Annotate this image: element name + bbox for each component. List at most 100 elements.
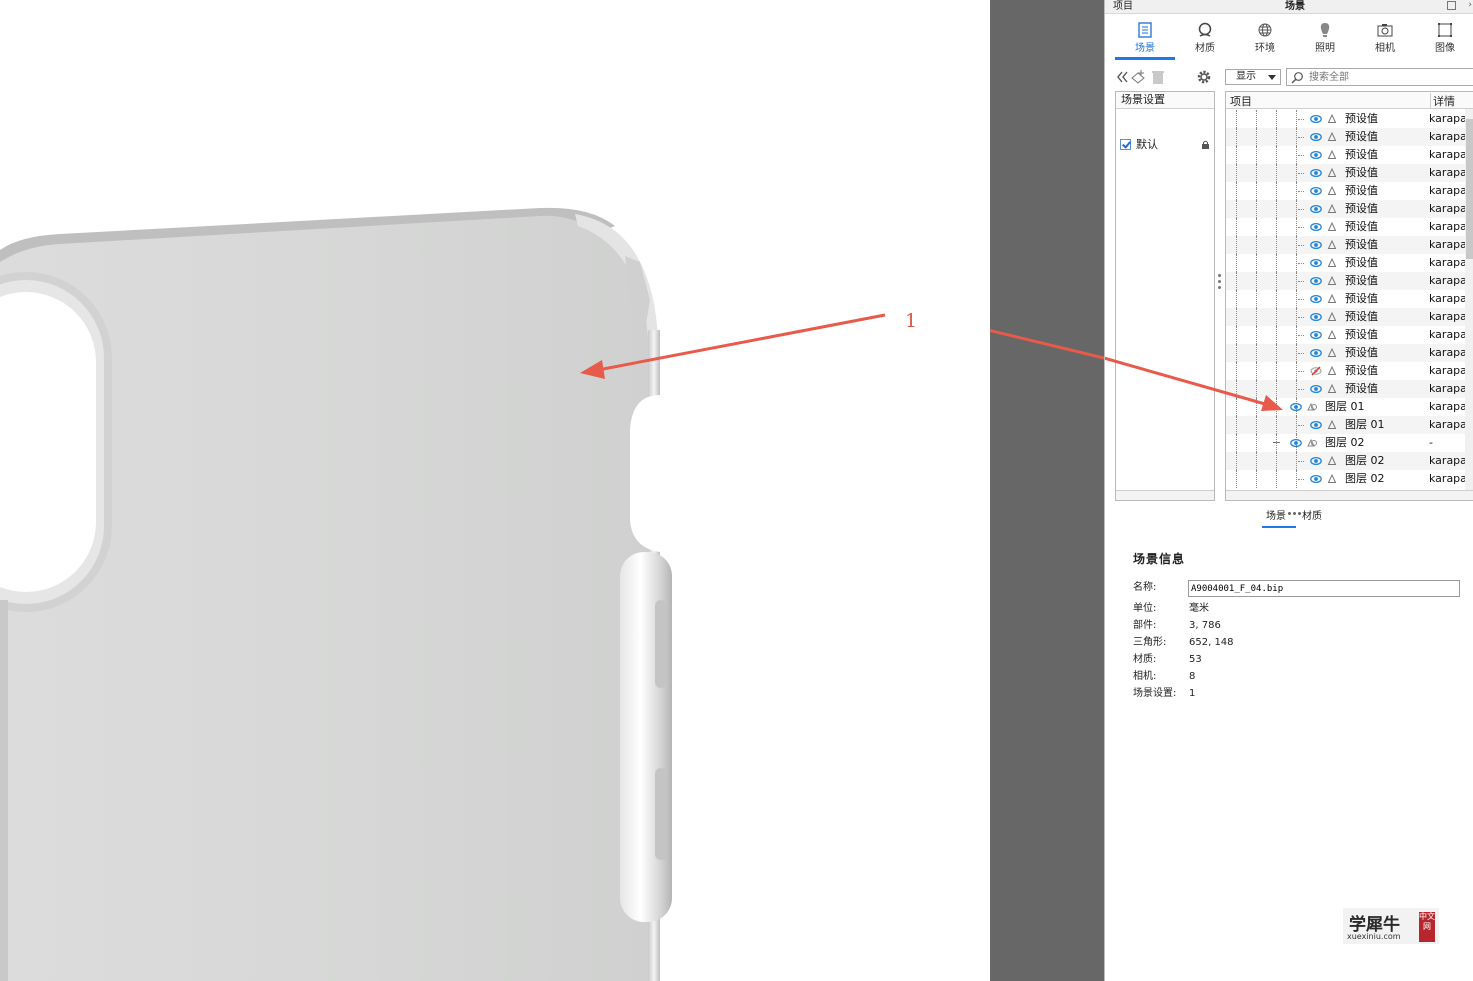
tab-lighting[interactable]: 照明 — [1295, 22, 1355, 58]
mesh-triangle-icon — [1327, 293, 1337, 304]
tree-row[interactable]: 预设值 karapa — [1226, 362, 1466, 380]
search-box[interactable] — [1286, 68, 1473, 86]
tree-row[interactable]: 预设值 karapa — [1226, 182, 1466, 200]
horizontal-scrollbar[interactable] — [1116, 490, 1214, 500]
eye-icon[interactable] — [1310, 240, 1322, 250]
eye-hidden-icon[interactable] — [1310, 366, 1322, 376]
display-filter-select[interactable]: 显示 — [1225, 69, 1281, 85]
subtab-material[interactable]: 材质 — [1302, 510, 1322, 524]
tree-guide-line — [1296, 452, 1297, 470]
scene-setting-checkbox[interactable] — [1120, 139, 1131, 150]
tree-row[interactable]: 预设值 karapa — [1226, 236, 1466, 254]
resize-handle[interactable] — [1288, 505, 1306, 515]
tree-branch-line — [1298, 281, 1304, 282]
scene-panel: 项目 场景 › 场景 材质 环境 照明 相机 图像 显示 搜索全部 场景设置 默… — [1104, 0, 1473, 981]
eye-icon[interactable] — [1310, 384, 1322, 394]
tree-row-detail: karapa — [1429, 184, 1465, 197]
tree-branch-line — [1298, 173, 1304, 174]
gear-icon[interactable] — [1195, 68, 1213, 86]
eye-icon[interactable] — [1310, 474, 1322, 484]
tree-row[interactable]: 预设值 karapa — [1226, 290, 1466, 308]
scene-settings-count-row: 场景设置: 1 — [1133, 685, 1463, 702]
eye-icon[interactable] — [1310, 456, 1322, 466]
tab-material[interactable]: 材质 — [1175, 22, 1235, 58]
tree-row[interactable]: 图层 01 karapa — [1226, 416, 1466, 434]
eye-icon[interactable] — [1310, 222, 1322, 232]
vertical-scrollbar[interactable] — [1465, 109, 1473, 492]
subtab-scene[interactable]: 场景 — [1262, 510, 1296, 528]
eye-icon[interactable] — [1290, 402, 1302, 412]
render-viewport[interactable]: 1 — [0, 0, 990, 981]
tree-row[interactable]: 预设值 karapa — [1226, 344, 1466, 362]
trash-icon[interactable] — [1149, 68, 1167, 86]
tree-row[interactable]: 图层 02 karapa — [1226, 452, 1466, 470]
tab-environment[interactable]: 环境 — [1235, 22, 1295, 58]
annotation-arrow — [990, 328, 1104, 360]
column-header-detail[interactable]: 详情 — [1430, 93, 1455, 109]
scene-toolbar: 显示 — [1105, 64, 1473, 90]
tree-row[interactable]: 预设值 karapa — [1226, 218, 1466, 236]
tree-row-detail: karapa — [1429, 292, 1465, 305]
scrollbar-thumb[interactable] — [1466, 119, 1473, 259]
mesh-triangle-icon — [1327, 185, 1337, 196]
eye-icon[interactable] — [1310, 330, 1322, 340]
eye-icon[interactable] — [1310, 150, 1322, 160]
float-window-icon[interactable] — [1447, 1, 1456, 10]
tree-row[interactable]: 预设值 karapa — [1226, 272, 1466, 290]
tree-branch-line — [1298, 227, 1304, 228]
pane-splitter-handle[interactable] — [1218, 274, 1222, 294]
tree-guide-line — [1276, 470, 1277, 488]
camera-icon — [1377, 24, 1393, 37]
scene-tree-header: 项目 详情 — [1226, 92, 1473, 109]
tree-guide-line — [1296, 200, 1297, 218]
column-header-item[interactable]: 项目 — [1230, 93, 1252, 109]
eye-icon[interactable] — [1310, 312, 1322, 322]
eye-icon[interactable] — [1310, 258, 1322, 268]
eye-icon[interactable] — [1310, 348, 1322, 358]
tree-row[interactable]: 图层 02 karapa — [1226, 470, 1466, 488]
scene-name-field[interactable] — [1188, 580, 1460, 597]
tab-image[interactable]: 图像 — [1415, 22, 1473, 58]
tab-scene[interactable]: 场景 — [1115, 22, 1175, 60]
collapse-toggle-icon[interactable] — [1273, 442, 1280, 443]
eye-icon[interactable] — [1310, 186, 1322, 196]
tree-row[interactable]: 图层 02 - — [1226, 434, 1466, 452]
mesh-triangle-icon — [1327, 419, 1337, 430]
eye-icon[interactable] — [1310, 168, 1322, 178]
tree-row[interactable]: 预设值 karapa — [1226, 146, 1466, 164]
tree-guide-line — [1276, 290, 1277, 308]
tree-guide-line — [1256, 398, 1257, 416]
tree-row-detail: karapa — [1429, 130, 1465, 143]
search-input[interactable] — [1309, 70, 1459, 84]
eye-icon[interactable] — [1310, 132, 1322, 142]
tab-camera-label: 相机 — [1375, 43, 1395, 54]
eye-icon[interactable] — [1310, 204, 1322, 214]
tree-guide-line — [1276, 182, 1277, 200]
tree-row[interactable]: 预设值 karapa — [1226, 164, 1466, 182]
tree-guide-line — [1276, 272, 1277, 290]
lock-icon[interactable] — [1201, 140, 1210, 149]
tree-row[interactable]: 预设值 karapa — [1226, 110, 1466, 128]
tree-row[interactable]: 预设值 karapa — [1226, 200, 1466, 218]
tree-row[interactable]: 图层 01 karapa — [1226, 398, 1466, 416]
tree-row[interactable]: 预设值 karapa — [1226, 308, 1466, 326]
eye-icon[interactable] — [1290, 438, 1302, 448]
eye-icon[interactable] — [1310, 114, 1322, 124]
tree-row[interactable]: 预设值 karapa — [1226, 128, 1466, 146]
tree-row[interactable]: 预设值 karapa — [1226, 380, 1466, 398]
tree-row[interactable]: 预设值 karapa — [1226, 254, 1466, 272]
eye-icon[interactable] — [1310, 294, 1322, 304]
tab-camera[interactable]: 相机 — [1355, 22, 1415, 58]
tree-row-name: 预设值 — [1345, 238, 1378, 251]
add-layer-icon[interactable] — [1129, 68, 1147, 86]
eye-icon[interactable] — [1310, 276, 1322, 286]
horizontal-scrollbar[interactable] — [1226, 490, 1473, 500]
tree-branch-line — [1298, 209, 1304, 210]
scene-setting-item-default[interactable]: 默认 — [1120, 138, 1212, 152]
mesh-triangle-icon — [1327, 149, 1337, 160]
tree-row-detail: karapa — [1429, 328, 1465, 341]
close-icon[interactable]: › — [1468, 0, 1472, 10]
mesh-triangle-icon — [1327, 329, 1337, 340]
eye-icon[interactable] — [1310, 420, 1322, 430]
tree-row[interactable]: 预设值 karapa — [1226, 326, 1466, 344]
